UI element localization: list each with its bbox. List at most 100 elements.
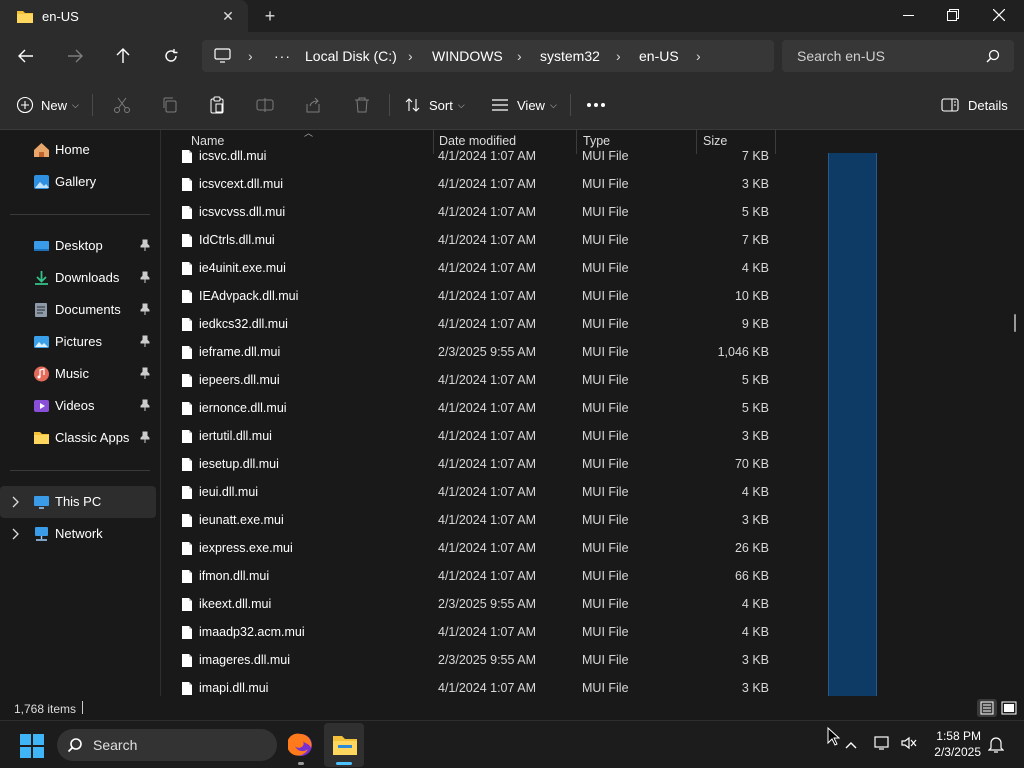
- file-row[interactable]: icsvcext.dll.mui 4/1/2024 1:07 AM MUI File…: [161, 170, 781, 198]
- sidebar-item-home[interactable]: Home: [0, 134, 156, 166]
- window-tab[interactable]: en-US ✕: [0, 0, 248, 32]
- sidebar-item-this-pc[interactable]: This PC: [0, 486, 156, 518]
- breadcrumb-system32[interactable]: system32: [540, 40, 600, 72]
- view-lines-icon: [492, 99, 508, 111]
- file-row[interactable]: ieui.dll.mui 4/1/2024 1:07 AM MUI File 4 KB: [161, 478, 781, 506]
- clock-time[interactable]: 1:58 PM: [935, 729, 981, 743]
- more-options-button[interactable]: [586, 92, 606, 118]
- file-row[interactable]: iepeers.dll.mui 4/1/2024 1:07 AM MUI File 5…: [161, 366, 781, 394]
- chevron-right-icon[interactable]: ›: [408, 40, 413, 72]
- minimize-button[interactable]: [885, 0, 931, 30]
- file-row[interactable]: IdCtrls.dll.mui 4/1/2024 1:07 AM MUI File 7…: [161, 226, 781, 254]
- file-explorer-taskbar-button[interactable]: [324, 723, 364, 767]
- file-type: MUI File: [582, 233, 629, 247]
- sidebar-item-music[interactable]: Music: [0, 358, 156, 390]
- taskbar-search[interactable]: Search: [57, 729, 277, 761]
- share-button[interactable]: [304, 92, 322, 118]
- network-status-icon[interactable]: [874, 735, 892, 754]
- more-breadcrumbs-icon[interactable]: ···: [274, 40, 291, 72]
- breadcrumb-en-us[interactable]: en-US: [639, 40, 679, 72]
- chevron-right-icon[interactable]: [11, 528, 19, 543]
- delete-button[interactable]: [353, 92, 371, 118]
- chevron-right-icon[interactable]: ›: [696, 40, 701, 72]
- sort-button[interactable]: Sort ⌵: [404, 92, 465, 118]
- file-row[interactable]: imageres.dll.mui 2/3/2025 9:55 AM MUI File…: [161, 646, 781, 674]
- sidebar-item-documents[interactable]: Documents: [0, 294, 156, 326]
- file-row[interactable]: iertutil.dll.mui 4/1/2024 1:07 AM MUI File…: [161, 422, 781, 450]
- refresh-button[interactable]: [157, 42, 185, 70]
- notification-bell-icon[interactable]: [987, 736, 1005, 757]
- file-row[interactable]: IEAdvpack.dll.mui 4/1/2024 1:07 AM MUI Fil…: [161, 282, 781, 310]
- file-row[interactable]: ieframe.dll.mui 2/3/2025 9:55 AM MUI File 1…: [161, 338, 781, 366]
- file-row[interactable]: iernonce.dll.mui 4/1/2024 1:07 AM MUI File…: [161, 394, 781, 422]
- sidebar-item-downloads[interactable]: Downloads: [0, 262, 156, 294]
- search-icon[interactable]: [986, 49, 1000, 66]
- chevron-right-icon[interactable]: ›: [248, 40, 253, 72]
- new-button[interactable]: New ⌵: [16, 92, 79, 118]
- details-view-button[interactable]: [977, 699, 997, 717]
- chevron-up-icon[interactable]: [845, 737, 857, 752]
- sidebar-item-desktop[interactable]: Desktop: [0, 230, 156, 262]
- file-name: ieui.dll.mui: [199, 485, 259, 499]
- volume-muted-icon[interactable]: [900, 735, 918, 754]
- file-row[interactable]: ie4uinit.exe.mui 4/1/2024 1:07 AM MUI File…: [161, 254, 781, 282]
- pin-icon[interactable]: [140, 431, 150, 446]
- windows-start-icon[interactable]: [20, 734, 44, 761]
- tiles-view-button[interactable]: [999, 699, 1019, 717]
- sidebar-item-network[interactable]: Network: [0, 518, 156, 550]
- file-date: 4/1/2024 1:07 AM: [438, 625, 536, 639]
- file-row[interactable]: iexpress.exe.mui 4/1/2024 1:07 AM MUI File…: [161, 534, 781, 562]
- paste-button[interactable]: [208, 92, 226, 118]
- file-size: 5 KB: [741, 205, 769, 219]
- chevron-down-icon: ⌵: [72, 99, 79, 110]
- up-button[interactable]: [109, 42, 137, 70]
- chevron-right-icon[interactable]: ›: [616, 40, 621, 72]
- pin-icon[interactable]: [140, 271, 150, 286]
- cut-button[interactable]: [113, 92, 131, 118]
- back-button[interactable]: [12, 42, 40, 70]
- forward-button[interactable]: [61, 42, 89, 70]
- search-input[interactable]: [782, 40, 982, 72]
- file-name: ie4uinit.exe.mui: [199, 261, 286, 275]
- sidebar-item-pictures[interactable]: Pictures: [0, 326, 156, 358]
- chevron-right-icon[interactable]: ›: [517, 40, 522, 72]
- pin-icon[interactable]: [140, 239, 150, 254]
- sidebar-item-videos[interactable]: Videos: [0, 390, 156, 422]
- search-box[interactable]: [782, 40, 1014, 72]
- details-button[interactable]: Details: [941, 92, 1008, 118]
- scrollbar-thumb[interactable]: [1014, 314, 1016, 332]
- command-bar: New ⌵ Sort ⌵ View ⌵ Details: [0, 80, 1024, 130]
- close-window-button[interactable]: [976, 0, 1022, 30]
- sidebar-item-gallery[interactable]: Gallery: [0, 166, 156, 198]
- view-button[interactable]: View ⌵: [491, 92, 557, 118]
- file-row[interactable]: imapi.dll.mui 4/1/2024 1:07 AM MUI File 3 K…: [161, 674, 781, 696]
- pin-icon[interactable]: [140, 335, 150, 350]
- address-bar[interactable]: › ··· Local Disk (C:) › WINDOWS › system…: [202, 40, 774, 72]
- preview-pane: [828, 153, 877, 696]
- firefox-icon[interactable]: [286, 732, 314, 761]
- copy-button[interactable]: [161, 92, 179, 118]
- breadcrumb-windows[interactable]: WINDOWS: [432, 40, 503, 72]
- maximize-button[interactable]: [930, 0, 976, 30]
- file-row[interactable]: ieunatt.exe.mui 4/1/2024 1:07 AM MUI File 3…: [161, 506, 781, 534]
- file-row[interactable]: ifmon.dll.mui 4/1/2024 1:07 AM MUI File 66 …: [161, 562, 781, 590]
- file-row[interactable]: icsvc.dll.mui 4/1/2024 1:07 AM MUI File 7 K…: [161, 146, 781, 170]
- file-row[interactable]: imaadp32.acm.mui 4/1/2024 1:07 AM MUI File…: [161, 618, 781, 646]
- file-row[interactable]: iesetup.dll.mui 4/1/2024 1:07 AM MUI File 7…: [161, 450, 781, 478]
- file-row[interactable]: icsvcvss.dll.mui 4/1/2024 1:07 AM MUI File…: [161, 198, 781, 226]
- pin-icon[interactable]: [140, 367, 150, 382]
- chevron-right-icon[interactable]: [11, 496, 19, 511]
- file-date: 4/1/2024 1:07 AM: [438, 289, 536, 303]
- pin-icon[interactable]: [140, 303, 150, 318]
- pin-icon[interactable]: [140, 399, 150, 414]
- file-row[interactable]: iedkcs32.dll.mui 4/1/2024 1:07 AM MUI File…: [161, 310, 781, 338]
- file-row[interactable]: ikeext.dll.mui 2/3/2025 9:55 AM MUI File 4 …: [161, 590, 781, 618]
- clock-date[interactable]: 2/3/2025: [925, 745, 981, 759]
- file-type: MUI File: [582, 457, 629, 471]
- close-tab-icon[interactable]: ✕: [218, 6, 238, 26]
- sidebar-item-classic-apps[interactable]: Classic Apps: [0, 422, 156, 454]
- new-tab-icon[interactable]: +: [258, 4, 282, 28]
- file-date: 4/1/2024 1:07 AM: [438, 429, 536, 443]
- rename-button[interactable]: [256, 92, 274, 118]
- breadcrumb-local-disk[interactable]: Local Disk (C:): [305, 40, 397, 72]
